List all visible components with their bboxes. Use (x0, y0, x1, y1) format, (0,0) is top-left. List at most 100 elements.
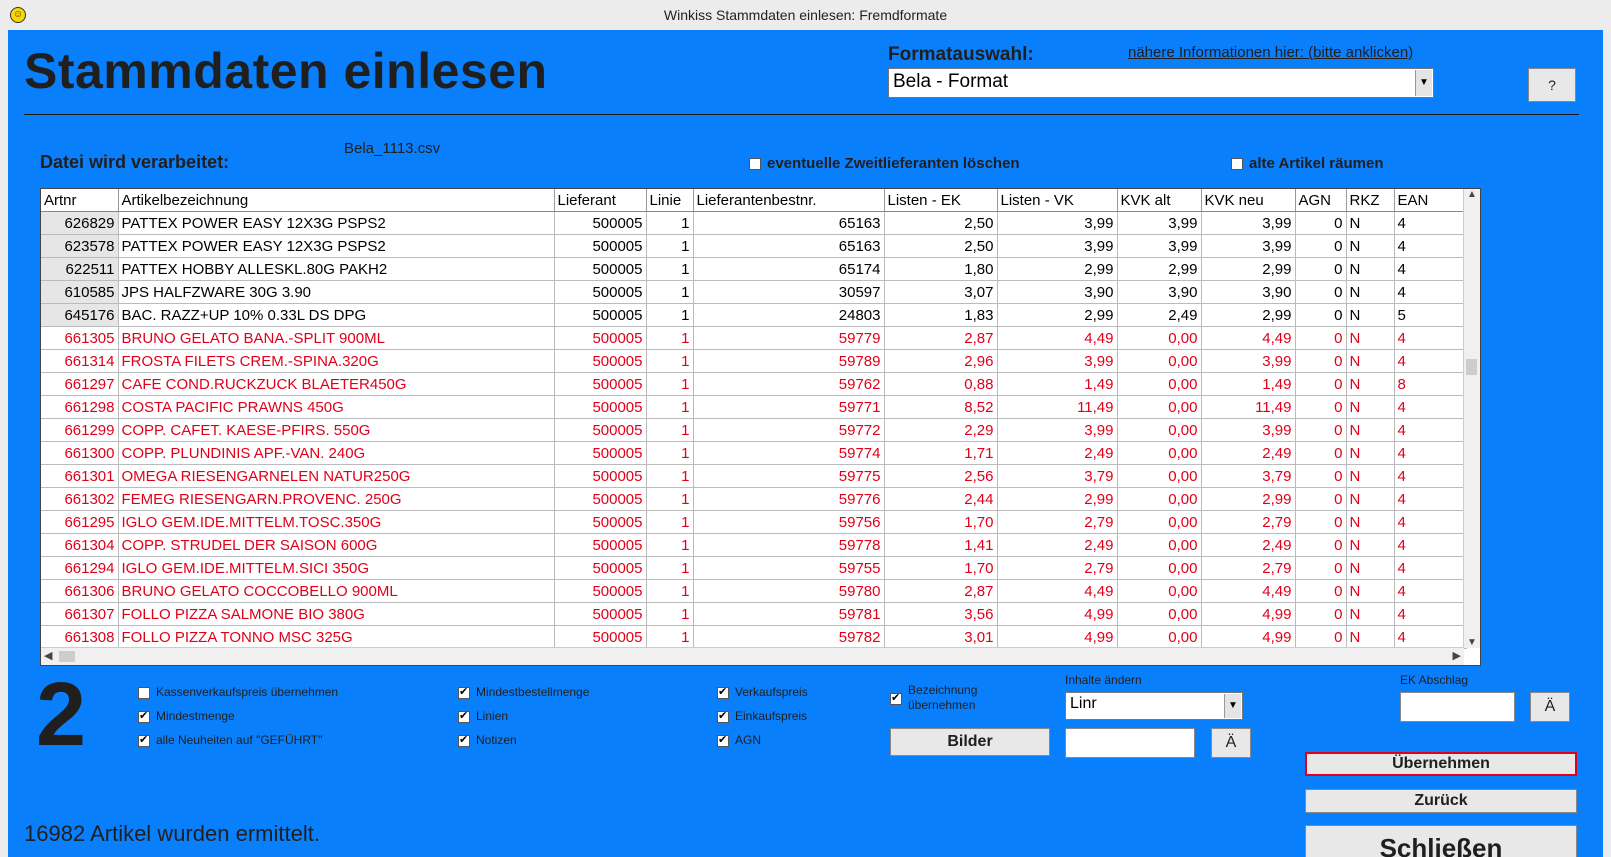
zweitlieferanten-checkbox[interactable] (749, 158, 761, 171)
help-button[interactable]: ? (1528, 68, 1576, 102)
table-cell: 24803 (693, 303, 885, 327)
chevron-down-icon[interactable]: ▼ (1224, 694, 1241, 718)
table-row[interactable]: 661306 BRUNO GELATO COCCOBELLO 900ML 50000… (41, 579, 1467, 603)
option-col3-2[interactable]: AGN (717, 733, 761, 747)
table-row[interactable]: 623578 PATTEX POWER EASY 12X3G PSPS2 50000… (41, 234, 1467, 258)
column-header[interactable]: Listen - VK (997, 189, 1118, 212)
table-cell: 0,00 (1117, 533, 1202, 557)
option-col2-0[interactable]: Mindestbestellmenge (458, 685, 589, 699)
option-checkbox[interactable] (717, 685, 729, 699)
column-header[interactable]: RKZ (1346, 189, 1395, 212)
table-cell: 500005 (554, 349, 647, 373)
option-checkbox[interactable] (138, 733, 150, 747)
horizontal-scroll-thumb[interactable] (59, 651, 75, 662)
option-col2-1[interactable]: Linien (458, 709, 508, 723)
vertical-scrollbar[interactable]: ▲ ▼ (1463, 189, 1480, 648)
table-cell: 2,99 (1201, 257, 1296, 281)
option-checkbox[interactable] (717, 709, 729, 723)
table-cell: IGLO GEM.IDE.MITTELM.TOSC.350G (118, 510, 555, 534)
alte-artikel-option[interactable]: alte Artikel räumen (1231, 155, 1384, 172)
table-row[interactable]: 622511 PATTEX HOBBY ALLESKL.80G PAKH2 5000… (41, 257, 1467, 281)
chevron-down-icon[interactable]: ▼ (1415, 70, 1432, 96)
horizontal-scrollbar[interactable]: ◀ ▶ (41, 647, 1464, 665)
column-header[interactable]: Lieferantenbestnr. (693, 189, 885, 212)
column-header[interactable]: KVK alt (1117, 189, 1202, 212)
zweitlieferanten-option[interactable]: eventuelle Zweitlieferanten löschen (749, 155, 1020, 172)
option-col1-1[interactable]: Mindestmenge (138, 709, 235, 723)
uebernehmen-button[interactable]: Übernehmen (1305, 752, 1577, 776)
table-row[interactable]: 661299 COPP. CAFET. KAESE-PFIRS. 550G 5000… (41, 418, 1467, 442)
inhalte-select[interactable]: Linr ▼ (1065, 692, 1243, 720)
table-row[interactable]: 661302 FEMEG RIESENGARN.PROVENC. 250G 5000… (41, 487, 1467, 511)
scroll-up-icon[interactable]: ▲ (1464, 189, 1480, 200)
table-cell: 0 (1295, 349, 1347, 373)
scroll-left-icon[interactable]: ◀ (44, 649, 52, 662)
ek-abschlag-input[interactable] (1400, 692, 1515, 722)
option-checkbox[interactable] (458, 709, 470, 723)
table-cell: 1 (646, 280, 694, 304)
bezeichnung-option[interactable]: Bezeichnungübernehmen (890, 683, 977, 712)
option-checkbox[interactable] (458, 685, 470, 699)
column-header[interactable]: Linie (646, 189, 694, 212)
option-label: AGN (735, 733, 762, 747)
table-row[interactable]: 661305 BRUNO GELATO BANA.-SPLIT 900ML 5000… (41, 326, 1467, 350)
table-cell: 1 (646, 372, 694, 396)
table-cell: 2,56 (884, 464, 998, 488)
option-checkbox[interactable] (458, 733, 470, 747)
table-cell: 2,79 (997, 556, 1118, 580)
table-row[interactable]: 610585 JPS HALFZWARE 30G 3.90 500005 1 30597… (41, 280, 1467, 304)
table-cell: 1 (646, 510, 694, 534)
option-col2-2[interactable]: Notizen (458, 733, 517, 747)
column-header[interactable]: Lieferant (554, 189, 647, 212)
bilder-button[interactable]: Bilder (890, 728, 1050, 756)
table-cell: 3,99 (997, 418, 1118, 442)
table-row[interactable]: 626829 PATTEX POWER EASY 12X3G PSPS2 50000… (41, 211, 1467, 235)
table-cell: 4 (1394, 211, 1467, 235)
table-cell: 500005 (554, 464, 647, 488)
table-cell: 1 (646, 211, 694, 235)
table-row[interactable]: 661298 COSTA PACIFIC PRAWNS 450G 500005 1 59… (41, 395, 1467, 419)
column-header[interactable]: Listen - EK (884, 189, 998, 212)
table-cell: 1,83 (884, 303, 998, 327)
table-row[interactable]: 661295 IGLO GEM.IDE.MITTELM.TOSC.350G 5000… (41, 510, 1467, 534)
table-row[interactable]: 661300 COPP. PLUNDINIS APF.-VAN. 240G 5000… (41, 441, 1467, 465)
table-row[interactable]: 661294 IGLO GEM.IDE.MITTELM.SICI 350G 5000… (41, 556, 1467, 580)
inhalte-input[interactable] (1065, 728, 1195, 758)
article-grid[interactable]: Artnr Artikelbezeichnung Lieferant Linie Lie… (40, 188, 1481, 666)
table-row[interactable]: 661308 FOLLO PIZZA TONNO MSC 325G 500005 1 5… (41, 625, 1467, 649)
table-cell: 661302 (41, 487, 119, 511)
option-col1-0[interactable]: Kassenverkaufspreis übernehmen (138, 685, 338, 699)
option-col3-1[interactable]: Einkaufspreis (717, 709, 807, 723)
inhalte-apply-button[interactable]: Ä (1211, 728, 1251, 758)
column-header[interactable]: KVK neu (1201, 189, 1296, 212)
table-row[interactable]: 645176 BAC. RAZZ+UP 10% 0.33L DS DPG 50000… (41, 303, 1467, 327)
scroll-right-icon[interactable]: ▶ (1453, 649, 1461, 662)
table-cell: 0 (1295, 372, 1347, 396)
table-row[interactable]: 661307 FOLLO PIZZA SALMONE BIO 380G 500005… (41, 602, 1467, 626)
option-checkbox[interactable] (138, 686, 150, 699)
table-row[interactable]: 661301 OMEGA RIESENGARNELEN NATUR250G 5000… (41, 464, 1467, 488)
option-checkbox[interactable] (138, 709, 150, 723)
column-header[interactable]: Artnr (41, 189, 119, 212)
table-cell: 3,79 (997, 464, 1118, 488)
table-row[interactable]: 661304 COPP. STRUDEL DER SAISON 600G 50000… (41, 533, 1467, 557)
table-row[interactable]: 661314 FROSTA FILETS CREM.-SPINA.320G 5000… (41, 349, 1467, 373)
bezeichnung-checkbox[interactable] (890, 691, 902, 705)
option-col3-0[interactable]: Verkaufspreis (717, 685, 808, 699)
table-cell: FOLLO PIZZA SALMONE BIO 380G (118, 602, 555, 626)
option-checkbox[interactable] (717, 733, 729, 747)
info-link[interactable]: nähere Informationen hier: (bitte anklic… (1128, 44, 1413, 61)
column-header[interactable]: EAN (1394, 189, 1467, 212)
scroll-down-icon[interactable]: ▼ (1464, 637, 1480, 648)
column-header[interactable]: Artikelbezeichnung (118, 189, 555, 212)
zurueck-button[interactable]: Zurück (1305, 789, 1577, 813)
format-select[interactable]: Bela - Format ▼ (888, 68, 1434, 98)
option-col1-2[interactable]: alle Neuheiten auf "GEFÜHRT" (138, 733, 322, 747)
vertical-scroll-thumb[interactable] (1466, 359, 1477, 375)
schliessen-button[interactable]: Schließen (1305, 825, 1577, 857)
file-label: Datei wird verarbeitet: (40, 152, 230, 172)
ek-abschlag-apply-button[interactable]: Ä (1530, 692, 1570, 722)
alte-artikel-checkbox[interactable] (1231, 158, 1243, 171)
table-row[interactable]: 661297 CAFE COND.RUCKZUCK BLAETER450G 5000… (41, 372, 1467, 396)
column-header[interactable]: AGN (1295, 189, 1347, 212)
